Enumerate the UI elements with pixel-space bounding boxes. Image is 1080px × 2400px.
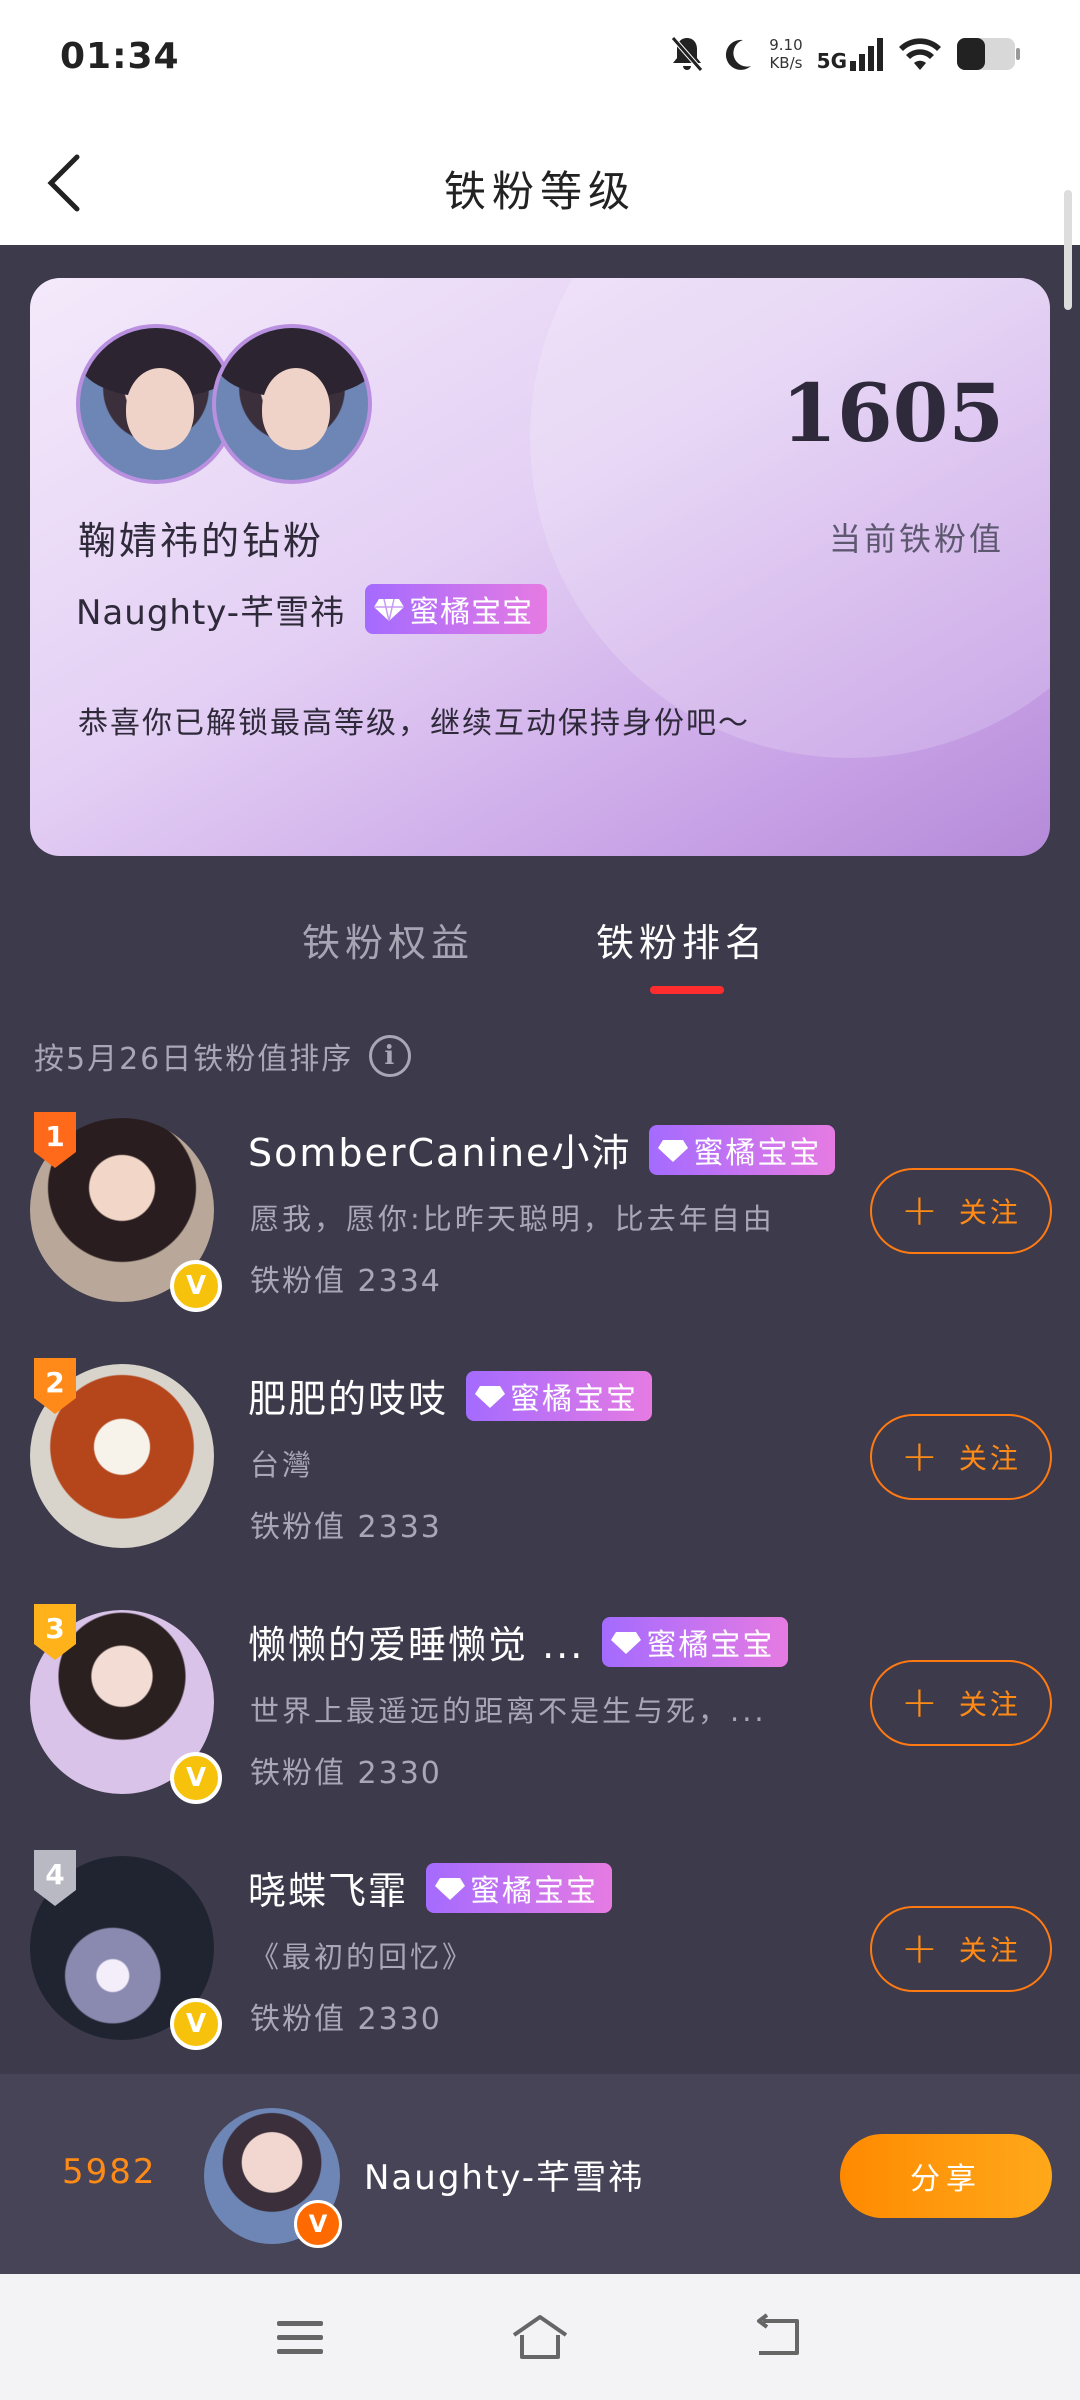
rank-row[interactable]: 1 V SomberCanine小沛 蜜橘宝宝 愿我，愿你:比昨天聪明，比去年自… [0, 1112, 1080, 1358]
verified-v-icon: V [170, 1260, 222, 1312]
signal-icon [850, 38, 883, 71]
scrollbar[interactable] [1064, 190, 1072, 310]
sort-note: 按5月26日铁粉值排序 i [34, 1034, 412, 1078]
my-score: 5982 [62, 2152, 157, 2192]
rank-fan-value: 铁粉值 2333 [250, 1510, 442, 1545]
rank-row[interactable]: 2 肥肥的吱吱 蜜橘宝宝 台灣 铁粉值 2333 + 关注 [0, 1358, 1080, 1604]
rank-fan-value: 铁粉值 2334 [250, 1264, 442, 1299]
user-avatar [212, 324, 372, 484]
status-icons: 9.10 KB/s 5G [669, 34, 1020, 74]
my-rank-bar: 5982 V Naughty-芊雪祎 分享 [0, 2074, 1080, 2274]
info-icon[interactable]: i [369, 1035, 412, 1077]
my-name: Naughty-芊雪祎 [364, 2158, 645, 2198]
plus-icon: + [901, 1923, 941, 1974]
fan-value: 1605 [781, 366, 1004, 460]
page-title: 铁粉等级 [443, 167, 636, 216]
battery-icon [957, 38, 1020, 70]
follow-button[interactable]: + 关注 [870, 1660, 1052, 1746]
bell-muted-icon [671, 36, 704, 72]
net-speed: 9.10 KB/s [769, 36, 803, 72]
follow-button[interactable]: + 关注 [870, 1906, 1052, 1992]
moon-icon [726, 39, 752, 70]
tab-ranking[interactable]: 铁粉排名 [596, 912, 768, 967]
rank-fan-value: 铁粉值 2330 [250, 2002, 442, 2037]
avatar-pair [76, 324, 376, 484]
status-bar: 01:34 9.10 KB/s 5G [0, 0, 1080, 120]
fan-badge: 蜜橘宝宝 [602, 1616, 789, 1667]
rank-name: 肥肥的吱吱 蜜橘宝宝 [248, 1368, 653, 1423]
menu-icon [277, 2321, 323, 2354]
rank-row[interactable]: 4 V 晓蝶飞霏 蜜橘宝宝 《最初的回忆》 铁粉值 2330 + 关注 [0, 1850, 1080, 2096]
return-button[interactable] [750, 2312, 810, 2362]
verified-v-icon: V [170, 1998, 222, 2050]
rank-name: SomberCanine小沛 蜜橘宝宝 [248, 1122, 836, 1177]
rank-row[interactable]: 3 V 懒懒的爱睡懒觉 ... 蜜橘宝宝 世界上最遥远的距离不是生与死，... … [0, 1604, 1080, 1850]
return-icon [757, 2313, 799, 2355]
top-header: 铁粉等级 [0, 120, 1080, 245]
fan-badge: 蜜橘宝宝 [466, 1370, 653, 1421]
rank-signature: 愿我，愿你:比昨天聪明，比去年自由 [250, 1202, 775, 1236]
home-icon [512, 2315, 568, 2359]
fan-value-label: 当前铁粉值 [828, 520, 1004, 558]
diamond-icon [658, 1139, 689, 1162]
follow-button[interactable]: + 关注 [870, 1414, 1052, 1500]
system-nav-bar [0, 2274, 1080, 2400]
rank-badge: 3 [30, 1604, 80, 1660]
verified-v-icon: V [170, 1752, 222, 1804]
congrats-message: 恭喜你已解锁最高等级，继续互动保持身份吧～ [78, 706, 750, 741]
diamond-icon [374, 598, 405, 622]
fan-badge: 蜜橘宝宝 [649, 1124, 836, 1175]
rank-badge: 2 [30, 1358, 80, 1414]
plus-icon: + [901, 1677, 941, 1728]
status-time: 01:34 [60, 36, 180, 77]
tab-benefits[interactable]: 铁粉权益 [302, 912, 474, 967]
plus-icon: + [901, 1431, 941, 1482]
diamond-icon [435, 1877, 466, 1900]
diamond-icon [611, 1631, 642, 1654]
home-button[interactable] [510, 2312, 570, 2362]
menu-button[interactable] [270, 2312, 330, 2362]
rank-signature: 世界上最遥远的距离不是生与死，... [250, 1694, 767, 1728]
rank-badge: 1 [30, 1112, 80, 1168]
verified-v-icon: V [294, 2200, 342, 2248]
diamond-icon [475, 1385, 506, 1408]
signal-5g: 5G [817, 37, 884, 71]
follow-button[interactable]: + 关注 [870, 1168, 1052, 1254]
card-username: Naughty-芊雪祎 蜜橘宝宝 [76, 584, 548, 634]
rank-signature: 《最初的回忆》 [250, 1940, 475, 1974]
plus-icon: + [901, 1185, 941, 1236]
share-button[interactable]: 分享 [840, 2134, 1052, 2218]
fan-badge: 蜜橘宝宝 [426, 1862, 613, 1913]
wifi-icon [899, 38, 941, 70]
rank-badge: 4 [30, 1850, 80, 1906]
rank-name: 晓蝶飞霏 蜜橘宝宝 [248, 1860, 613, 1915]
fan-badge: 蜜橘宝宝 [365, 584, 548, 634]
rank-signature: 台灣 [250, 1448, 315, 1482]
rank-name: 懒懒的爱睡懒觉 ... 蜜橘宝宝 [248, 1614, 789, 1669]
rank-fan-value: 铁粉值 2330 [250, 1756, 442, 1791]
fan-title: 鞠婧祎的钻粉 [78, 519, 325, 563]
tab-indicator [650, 986, 724, 994]
fan-level-card: 鞠婧祎的钻粉 Naughty-芊雪祎 蜜橘宝宝 1605 当前铁粉值 恭喜你已解… [30, 278, 1050, 856]
tab-bar: 铁粉权益 铁粉排名 [0, 900, 1080, 1000]
